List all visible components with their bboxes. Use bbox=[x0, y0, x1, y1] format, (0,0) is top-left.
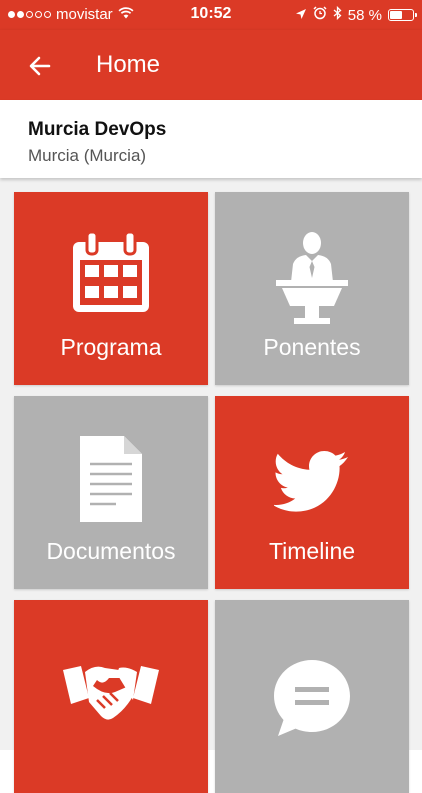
calendar-icon bbox=[14, 230, 208, 316]
bluetooth-icon bbox=[333, 5, 342, 24]
event-location: Murcia (Murcia) bbox=[28, 146, 147, 165]
page-title: Home bbox=[96, 51, 161, 78]
twitter-bird-icon bbox=[215, 434, 409, 512]
back-button[interactable] bbox=[20, 46, 60, 86]
tile-programa[interactable]: Programa bbox=[14, 192, 208, 385]
alarm-clock-icon bbox=[313, 6, 327, 24]
status-bar: movistar 10:52 58 % bbox=[0, 0, 422, 30]
tile-patrocinadores[interactable] bbox=[14, 600, 208, 793]
tile-label: Programa bbox=[60, 334, 162, 360]
location-arrow-icon bbox=[295, 7, 307, 24]
document-icon bbox=[14, 434, 208, 524]
tile-ponentes[interactable]: Ponentes bbox=[215, 192, 409, 385]
battery-percent: 58 % bbox=[347, 6, 382, 24]
speaker-podium-icon bbox=[215, 230, 409, 326]
status-right: 58 % bbox=[295, 5, 417, 24]
tile-chat[interactable] bbox=[215, 600, 409, 793]
chat-bubble-icon bbox=[215, 638, 409, 740]
tile-label: Timeline bbox=[268, 538, 356, 564]
event-name: Murcia DevOps bbox=[28, 119, 167, 140]
arrow-left-icon bbox=[29, 56, 51, 76]
menu-grid: Programa Ponentes Documentos Timeline bbox=[0, 178, 422, 793]
tile-timeline[interactable]: Timeline bbox=[215, 396, 409, 589]
tile-label: Ponentes bbox=[263, 334, 361, 360]
tile-label: Documentos bbox=[46, 538, 176, 564]
tile-documentos[interactable]: Documentos bbox=[14, 396, 208, 589]
event-header: Murcia DevOps Murcia (Murcia) bbox=[0, 100, 422, 178]
handshake-icon bbox=[14, 638, 208, 726]
battery-icon bbox=[388, 9, 417, 21]
app-bar: Home bbox=[0, 30, 422, 100]
